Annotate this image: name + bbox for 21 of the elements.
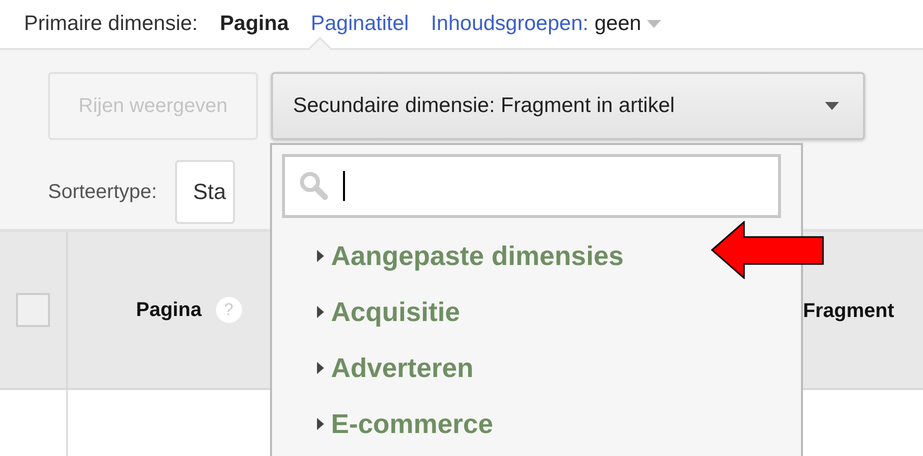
column-header[interactable]: Fragment [803, 300, 894, 323]
sort-type-select[interactable]: Sta [174, 160, 235, 224]
primary-dimension-label: Primaire dimensie: [24, 12, 198, 36]
dimension-category[interactable]: Aangepaste dimensies [282, 228, 624, 284]
caret-icon [825, 102, 839, 110]
caret-icon[interactable] [647, 20, 662, 28]
dimension-option[interactable]: Pagina [220, 12, 289, 36]
text-cursor [343, 171, 345, 201]
dimension-category[interactable]: Adverteren [282, 340, 474, 396]
secondary-dimension-button[interactable]: Secundaire dimensie: Fragment in artikel [271, 72, 865, 140]
search-icon [299, 171, 329, 201]
search-field[interactable] [282, 154, 781, 218]
dimension-category[interactable]: E-commerce [282, 396, 494, 452]
column-header[interactable]: Pagina [136, 298, 202, 322]
arrow-icon [711, 221, 825, 279]
sort-type-label: Sorteertype: [48, 180, 157, 204]
dimension-category[interactable]: Acquisitie [282, 284, 460, 340]
select-all-checkbox[interactable] [16, 293, 50, 327]
content-groups-value: geen [594, 12, 642, 36]
dimension-option[interactable]: Paginatitel [310, 12, 409, 36]
content-groups-link[interactable]: Inhoudsgroepen: [430, 12, 588, 36]
